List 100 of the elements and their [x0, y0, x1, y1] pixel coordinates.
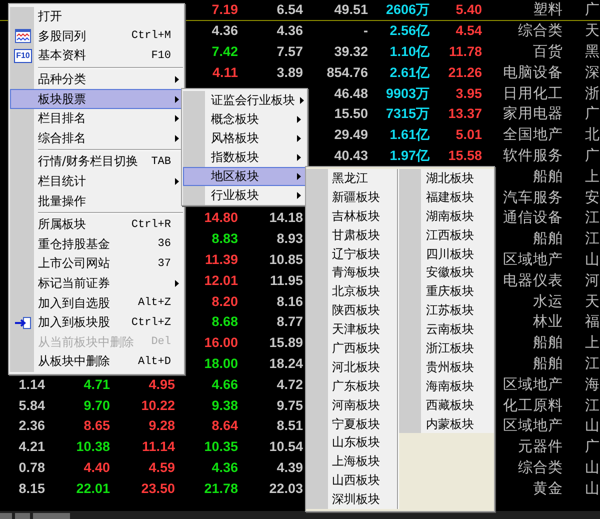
table-cell-text: 船舶 — [532, 168, 564, 186]
table-cell-text: 22.03 — [268, 480, 304, 498]
table-cell-text: 山 — [584, 458, 600, 477]
table-cell-text: 林业 — [532, 313, 564, 332]
table-cell-text: 1.10亿 — [388, 42, 431, 61]
chart-window-icon — [15, 29, 31, 44]
table-cell-text: 46.48 — [333, 84, 369, 103]
table-cell-text: 天 — [584, 22, 600, 40]
menu-item[interactable]: 地区板块 — [183, 167, 306, 186]
table-cell-text: 14.80 — [203, 209, 239, 228]
table-cell-text: 10.85 — [268, 250, 304, 269]
table-cell-text: 广 — [584, 438, 600, 456]
table-cell-text: 8.20 — [210, 292, 239, 311]
table-cell-text: 天 — [584, 292, 600, 311]
menu-item[interactable]: 品种分类 — [10, 70, 183, 90]
menu-item[interactable]: 重庆板块 — [399, 282, 494, 302]
table-cell-text: 16.00 — [203, 334, 239, 352]
table-cell-text: 2606万 — [384, 0, 431, 19]
table-cell-text: 8.16 — [276, 292, 304, 311]
submenu-arrow-icon — [175, 96, 179, 103]
submenu-arrow-icon — [297, 154, 301, 161]
table-cell-text: 1.97亿 — [388, 146, 431, 165]
table-cell-text: 854.76 — [326, 64, 369, 82]
table-cell-text: 12.01 — [203, 272, 239, 290]
table-cell-text: 黄金 — [532, 480, 564, 498]
table-cell-text: 塑料 — [532, 0, 564, 19]
table-cell-text: 船舶 — [532, 230, 564, 248]
table-cell-text: 河 — [584, 272, 600, 290]
menu-item[interactable]: 板块股票 — [10, 89, 183, 109]
table-cell-text: 7.42 — [210, 42, 239, 61]
menu-item[interactable]: 云南板块 — [399, 320, 494, 340]
table-cell-text: 15.50 — [333, 105, 369, 124]
table-cell-text: 10.54 — [268, 438, 304, 456]
table-cell-text: 11.95 — [268, 272, 304, 290]
menu-item[interactable]: 内蒙板块 — [399, 414, 494, 434]
table-cell-text: 化工原料 — [502, 396, 564, 415]
sheet-tab[interactable] — [15, 513, 30, 519]
table-cell-text: 8.15 — [18, 480, 46, 498]
table-cell-text: 4.21 — [18, 438, 46, 456]
table-cell-text: 区域地产 — [502, 250, 564, 269]
table-cell-text: 49.51 — [333, 0, 369, 19]
table-cell-text: 4.36 — [210, 458, 239, 477]
table-cell-text: 40.43 — [333, 146, 369, 165]
submenu-arrow-icon — [297, 116, 301, 123]
table-cell-text: 电脑设备 — [502, 64, 564, 82]
table-cell-text: 21.26 — [447, 64, 483, 82]
menu-item[interactable]: 湖南板块 — [399, 206, 494, 226]
table-cell-text: 9.38 — [210, 396, 239, 415]
table-cell-text: 4.66 — [210, 376, 239, 394]
submenu-arrow-icon — [175, 178, 179, 186]
table-cell-text: 18.00 — [203, 354, 239, 373]
table-cell-text: 北 — [584, 126, 600, 144]
table-cell-text: 10.35 — [203, 438, 239, 456]
table-cell-text: 9.28 — [148, 417, 176, 436]
menu-item[interactable]: 湖北板块 — [399, 169, 494, 188]
menu-item[interactable]: 浙江板块 — [399, 339, 494, 358]
table-cell-text: 8.68 — [210, 313, 239, 332]
menu-item[interactable]: 海南板块 — [399, 376, 494, 396]
menu-item[interactable]: 江苏板块 — [399, 301, 494, 320]
table-cell-text: 13.37 — [447, 105, 483, 124]
table-cell-text: 上 — [584, 334, 600, 352]
table-cell-text: 5.84 — [18, 396, 46, 415]
table-cell-text: 2.36 — [18, 417, 46, 436]
menu-item[interactable]: 江西板块 — [399, 226, 494, 245]
table-cell-text: 山 — [584, 250, 600, 269]
table-cell-text: 软件服务 — [502, 146, 564, 165]
table-cell-text: 日用化工 — [502, 84, 564, 103]
menu-item[interactable]: 西藏板块 — [399, 396, 494, 415]
table-cell-text: 8.77 — [276, 313, 304, 332]
menu-item[interactable]: 贵州板块 — [399, 358, 494, 377]
table-cell-text: 4.11 — [211, 64, 239, 82]
menu-item[interactable]: 四川板块 — [399, 244, 494, 264]
table-cell-text: 0.78 — [18, 458, 46, 477]
table-cell-text: 9.70 — [82, 396, 111, 415]
table-cell-text: 3.95 — [454, 84, 483, 103]
table-cell-text: 综合类 — [517, 458, 564, 477]
table-cell-text: 山 — [584, 417, 600, 436]
table-cell-text: 18.24 — [268, 354, 304, 373]
table-cell-text: 4.36 — [276, 22, 304, 40]
table-cell-text: 6.54 — [276, 0, 304, 19]
menu-item[interactable]: 福建板块 — [399, 188, 494, 207]
table-cell-text: 通信设备 — [502, 209, 564, 228]
table-cell-text: 5.01 — [454, 126, 483, 144]
table-cell-text: 深 — [584, 64, 600, 82]
menu-item[interactable]: 安徽板块 — [399, 263, 494, 282]
sheet-tab[interactable] — [33, 513, 70, 519]
table-cell-text: 综合类 — [517, 22, 564, 40]
table-cell-text: 10.38 — [75, 438, 111, 456]
table-cell-text: 2.56亿 — [388, 22, 431, 40]
table-cell-text: 22.01 — [75, 480, 111, 498]
table-cell-text: 元器件 — [517, 438, 564, 456]
table-cell-text: 浙 — [584, 84, 600, 103]
table-cell-text: 汽车服务 — [502, 188, 564, 207]
table-cell-text: 9.75 — [276, 396, 304, 415]
sheet-tab[interactable] — [0, 513, 12, 519]
menu-item[interactable]: 证监会行业板块 — [183, 91, 306, 110]
table-cell-text: 1.14 — [18, 376, 46, 394]
table-cell-text: 4.95 — [148, 376, 176, 394]
table-cell-text: 江 — [584, 354, 600, 373]
submenu-arrow-icon — [175, 134, 179, 142]
